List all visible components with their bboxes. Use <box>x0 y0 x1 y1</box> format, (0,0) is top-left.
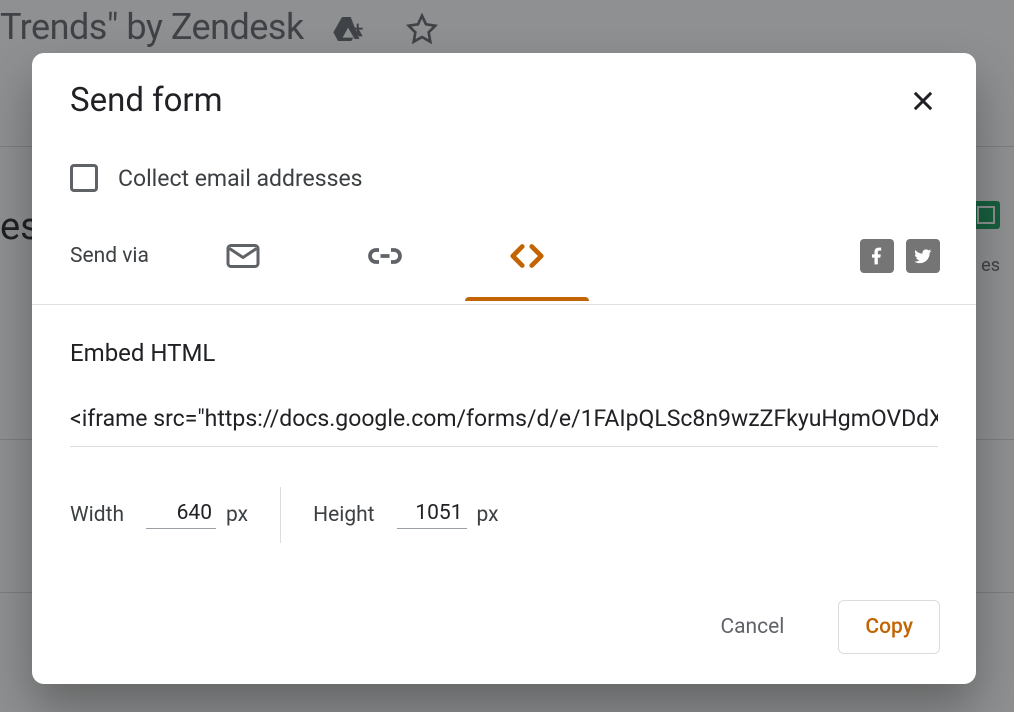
copy-button[interactable]: Copy <box>838 600 940 654</box>
height-input[interactable] <box>397 501 467 529</box>
cancel-button[interactable]: Cancel <box>694 601 810 653</box>
embed-icon <box>508 241 546 271</box>
width-unit: px <box>226 503 248 527</box>
collect-emails-checkbox[interactable] <box>70 164 98 192</box>
tab-embed[interactable] <box>507 236 547 276</box>
dimension-separator <box>280 487 281 543</box>
share-facebook-button[interactable] <box>860 239 894 273</box>
send-form-dialog: Send form Collect email addresses Send v… <box>32 53 976 684</box>
facebook-icon <box>867 246 887 266</box>
twitter-icon <box>913 246 933 266</box>
share-twitter-button[interactable] <box>906 239 940 273</box>
link-icon <box>367 238 403 274</box>
active-tab-indicator <box>465 297 589 301</box>
height-unit: px <box>477 503 499 527</box>
height-label: Height <box>313 503 374 527</box>
close-icon <box>909 87 937 115</box>
width-input[interactable] <box>146 501 216 529</box>
embed-code-input[interactable] <box>70 405 938 447</box>
tab-email[interactable] <box>223 236 263 276</box>
close-button[interactable] <box>906 84 940 118</box>
width-label: Width <box>70 503 124 527</box>
mail-icon <box>225 238 261 274</box>
tab-link[interactable] <box>365 236 405 276</box>
embed-section-title: Embed HTML <box>70 339 938 367</box>
send-via-label: Send via <box>70 244 149 268</box>
collect-emails-label: Collect email addresses <box>118 165 363 192</box>
dialog-title: Send form <box>70 81 223 120</box>
